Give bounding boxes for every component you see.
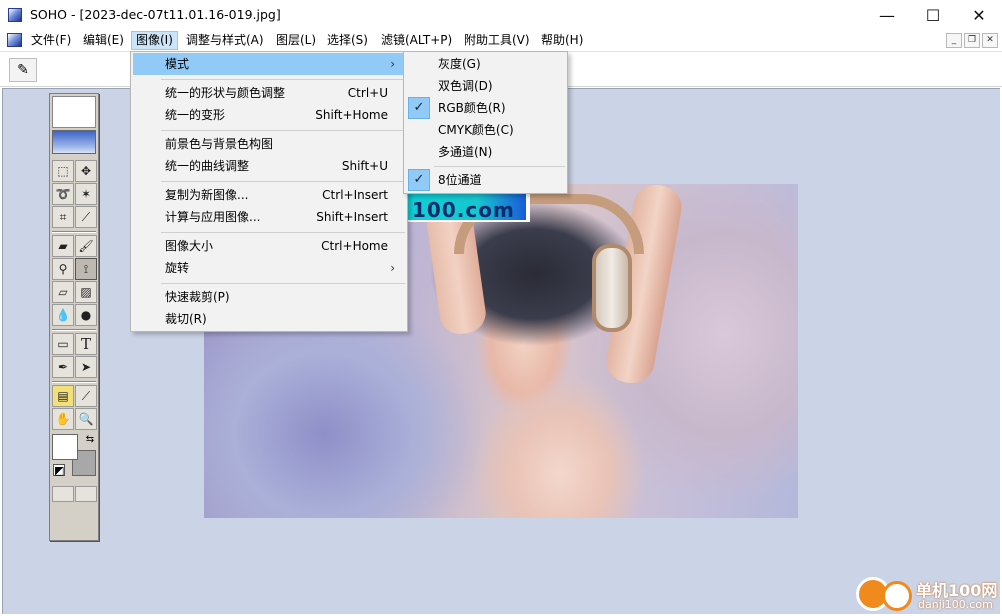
stamp-tool-icon[interactable]: ⚲ <box>52 258 74 280</box>
toolbox-preview <box>52 96 96 128</box>
menu-separator <box>161 283 405 284</box>
checkmark-icon: ✓ <box>408 97 430 119</box>
pen-tool-icon[interactable]: ✒ <box>52 356 74 378</box>
menu-separator <box>161 79 405 80</box>
menu-separator <box>161 130 405 131</box>
submenu-arrow-icon: › <box>390 57 395 71</box>
submenu-item-duotone[interactable]: 双色调(D) <box>406 75 565 97</box>
submenu-item-8bit-channel[interactable]: ✓ 8位通道 <box>406 169 565 191</box>
menu-item-rotate[interactable]: 旋转 › <box>133 257 405 279</box>
menu-item-duplicate-image[interactable]: 复制为新图像... Ctrl+Insert <box>133 184 405 206</box>
photo-headphone <box>592 244 632 332</box>
menu-file[interactable]: 文件(F) <box>27 31 75 50</box>
text-tool-icon[interactable]: T <box>75 333 97 355</box>
child-restore-button[interactable]: ❐ <box>964 33 980 48</box>
watermark-text: 100.com <box>412 198 515 222</box>
menu-item-unified-transform[interactable]: 统一的变形 Shift+Home <box>133 104 405 126</box>
menu-item-image-size[interactable]: 图像大小 Ctrl+Home <box>133 235 405 257</box>
menu-item-unified-curves[interactable]: 统一的曲线调整 Shift+U <box>133 155 405 177</box>
submenu-item-grayscale[interactable]: 灰度(G) <box>406 53 565 75</box>
minimize-button[interactable]: — <box>864 0 910 30</box>
crop-tool-icon[interactable]: ⌗ <box>52 206 74 228</box>
foreground-color-swatch[interactable] <box>52 434 78 460</box>
toolbox-separator <box>52 381 96 383</box>
marquee-tool-icon[interactable]: ⬚ <box>52 160 74 182</box>
app-icon[interactable] <box>8 8 22 22</box>
menu-item-fg-bg-composition[interactable]: 前景色与背景色构图 <box>133 133 405 155</box>
blur-tool-icon[interactable]: 💧 <box>52 304 74 326</box>
eyedropper-tool-icon[interactable]: ⟋ <box>75 206 97 228</box>
menu-edit[interactable]: 编辑(E) <box>79 31 128 50</box>
airbrush-tool-icon[interactable]: ▰ <box>52 235 74 257</box>
checkmark-icon: ✓ <box>408 169 430 191</box>
child-minimize-button[interactable]: _ <box>946 33 962 48</box>
child-close-button[interactable]: ✕ <box>982 33 998 48</box>
menu-item-unified-shape-color[interactable]: 统一的形状与颜色调整 Ctrl+U <box>133 82 405 104</box>
menu-separator <box>161 232 405 233</box>
logo-play-icon <box>882 581 912 611</box>
logo-url: danji100.com <box>918 598 993 611</box>
color-picker-tool-icon[interactable]: ⟋ <box>75 385 97 407</box>
default-colors-icon[interactable]: ◩ <box>53 464 65 477</box>
close-button[interactable]: ✕ <box>956 0 1002 30</box>
maximize-button[interactable]: ☐ <box>910 0 956 30</box>
standard-mode-icon[interactable] <box>52 486 74 502</box>
submenu-arrow-icon: › <box>390 261 395 275</box>
hand-tool-icon[interactable]: ✋ <box>52 408 74 430</box>
menu-layer[interactable]: 图层(L) <box>272 31 320 50</box>
move-tool-icon[interactable]: ✥ <box>75 160 97 182</box>
quick-mask-mode-icon[interactable] <box>75 486 97 502</box>
submenu-item-cmyk[interactable]: CMYK颜色(C) <box>406 119 565 141</box>
select-arrow-tool-icon[interactable]: ➤ <box>75 356 97 378</box>
menu-help[interactable]: 帮助(H) <box>537 31 587 50</box>
menu-tools[interactable]: 附助工具(V) <box>460 31 534 50</box>
magic-wand-tool-icon[interactable]: ✶ <box>75 183 97 205</box>
title-bar: SOHO - [2023-dec-07t11.01.16-019.jpg] — … <box>0 0 1002 30</box>
menu-separator <box>161 181 405 182</box>
zoom-tool-icon[interactable]: 🔍 <box>75 408 97 430</box>
gradient-tool-icon[interactable]: ▨ <box>75 281 97 303</box>
notes-tool-icon[interactable]: ▤ <box>52 385 74 407</box>
window-title: SOHO - [2023-dec-07t11.01.16-019.jpg] <box>30 7 281 22</box>
dodge-tool-icon[interactable]: ● <box>75 304 97 326</box>
image-menu-dropdown: 模式 › 统一的形状与颜色调整 Ctrl+U 统一的变形 Shift+Home … <box>130 51 408 332</box>
tool-preset-icon[interactable]: ✎ <box>9 58 37 82</box>
menu-adjust-style[interactable]: 调整与样式(A) <box>182 31 268 50</box>
site-logo: 单机100网 danji100.com <box>848 575 1002 616</box>
history-brush-tool-icon[interactable]: ⟟ <box>75 258 97 280</box>
brush-tool-icon[interactable]: 🖌 <box>75 235 97 257</box>
menu-select[interactable]: 选择(S) <box>323 31 372 50</box>
menu-image[interactable]: 图像(I) <box>131 31 178 50</box>
toolbox-separator <box>52 329 96 331</box>
navigator-thumbnail[interactable] <box>52 130 96 154</box>
shape-tool-icon[interactable]: ▭ <box>52 333 74 355</box>
toolbox-separator <box>52 231 96 233</box>
document-icon[interactable] <box>7 33 22 47</box>
menu-item-calculate-apply[interactable]: 计算与应用图像... Shift+Insert <box>133 206 405 228</box>
menu-item-mode[interactable]: 模式 › <box>133 53 405 75</box>
eraser-tool-icon[interactable]: ▱ <box>52 281 74 303</box>
menu-item-trim[interactable]: 裁切(R) <box>133 308 405 330</box>
submenu-item-rgb[interactable]: ✓ RGB颜色(R) <box>406 97 565 119</box>
submenu-item-multichannel[interactable]: 多通道(N) <box>406 141 565 163</box>
lasso-tool-icon[interactable]: ➰ <box>52 183 74 205</box>
toolbox-palette: ⬚ ✥ ➰ ✶ ⌗ ⟋ ▰ 🖌 ⚲ ⟟ ▱ ▨ 💧 ● ▭ T ✒ ➤ ▤ ⟋ … <box>49 93 99 541</box>
swap-colors-icon[interactable]: ⇆ <box>84 434 96 446</box>
menu-item-quick-crop[interactable]: 快速裁剪(P) <box>133 286 405 308</box>
mode-submenu: 灰度(G) 双色调(D) ✓ RGB颜色(R) CMYK颜色(C) 多通道(N)… <box>403 51 568 194</box>
menu-filter[interactable]: 滤镜(ALT+P) <box>377 31 456 50</box>
menu-separator <box>434 166 565 167</box>
